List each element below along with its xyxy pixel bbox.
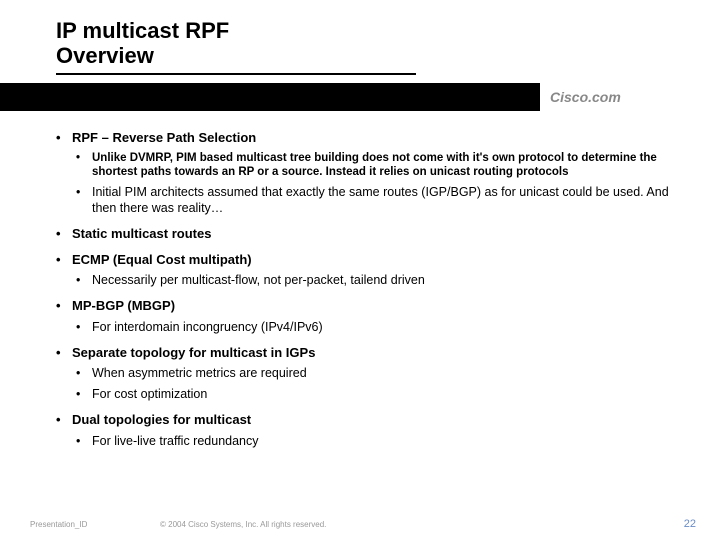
- footer-page-number: 22: [684, 518, 720, 530]
- bullet-ecmp: ECMP (Equal Cost multipath): [56, 251, 690, 269]
- slide-footer: Presentation_ID © 2004 Cisco Systems, In…: [0, 518, 720, 530]
- bullet-dual-sub1: For live-live traffic redundancy: [76, 433, 690, 450]
- bullet-separate-sub1: When asymmetric metrics are required: [76, 365, 690, 382]
- slide-title: IP multicast RPF Overview: [0, 0, 720, 81]
- bullet-rpf-sub1: Unlike DVMRP, PIM based multicast tree b…: [76, 151, 690, 180]
- bullet-rpf-sub2: Initial PIM architects assumed that exac…: [76, 184, 690, 218]
- footer-presentation-id: Presentation_ID: [0, 520, 140, 529]
- slide-body: RPF – Reverse Path Selection Unlike DVMR…: [0, 111, 720, 449]
- black-bar: [0, 83, 540, 111]
- bullet-static: Static multicast routes: [56, 225, 690, 243]
- title-line-1: IP multicast RPF: [56, 18, 720, 43]
- title-line-2: Overview: [56, 43, 416, 75]
- bullet-rpf: RPF – Reverse Path Selection: [56, 129, 690, 147]
- bullet-mbgp: MP-BGP (MBGP): [56, 297, 690, 315]
- bullet-separate-sub2: For cost optimization: [76, 386, 690, 403]
- bullet-ecmp-sub1: Necessarily per multicast-flow, not per-…: [76, 272, 690, 289]
- footer-copyright: © 2004 Cisco Systems, Inc. All rights re…: [140, 520, 684, 529]
- header-bar: Cisco.com: [0, 83, 720, 111]
- bullet-dual-topologies: Dual topologies for multicast: [56, 411, 690, 429]
- bullet-separate-topology: Separate topology for multicast in IGPs: [56, 344, 690, 362]
- bullet-mbgp-sub1: For interdomain incongruency (IPv4/IPv6): [76, 319, 690, 336]
- brand-label: Cisco.com: [540, 83, 621, 111]
